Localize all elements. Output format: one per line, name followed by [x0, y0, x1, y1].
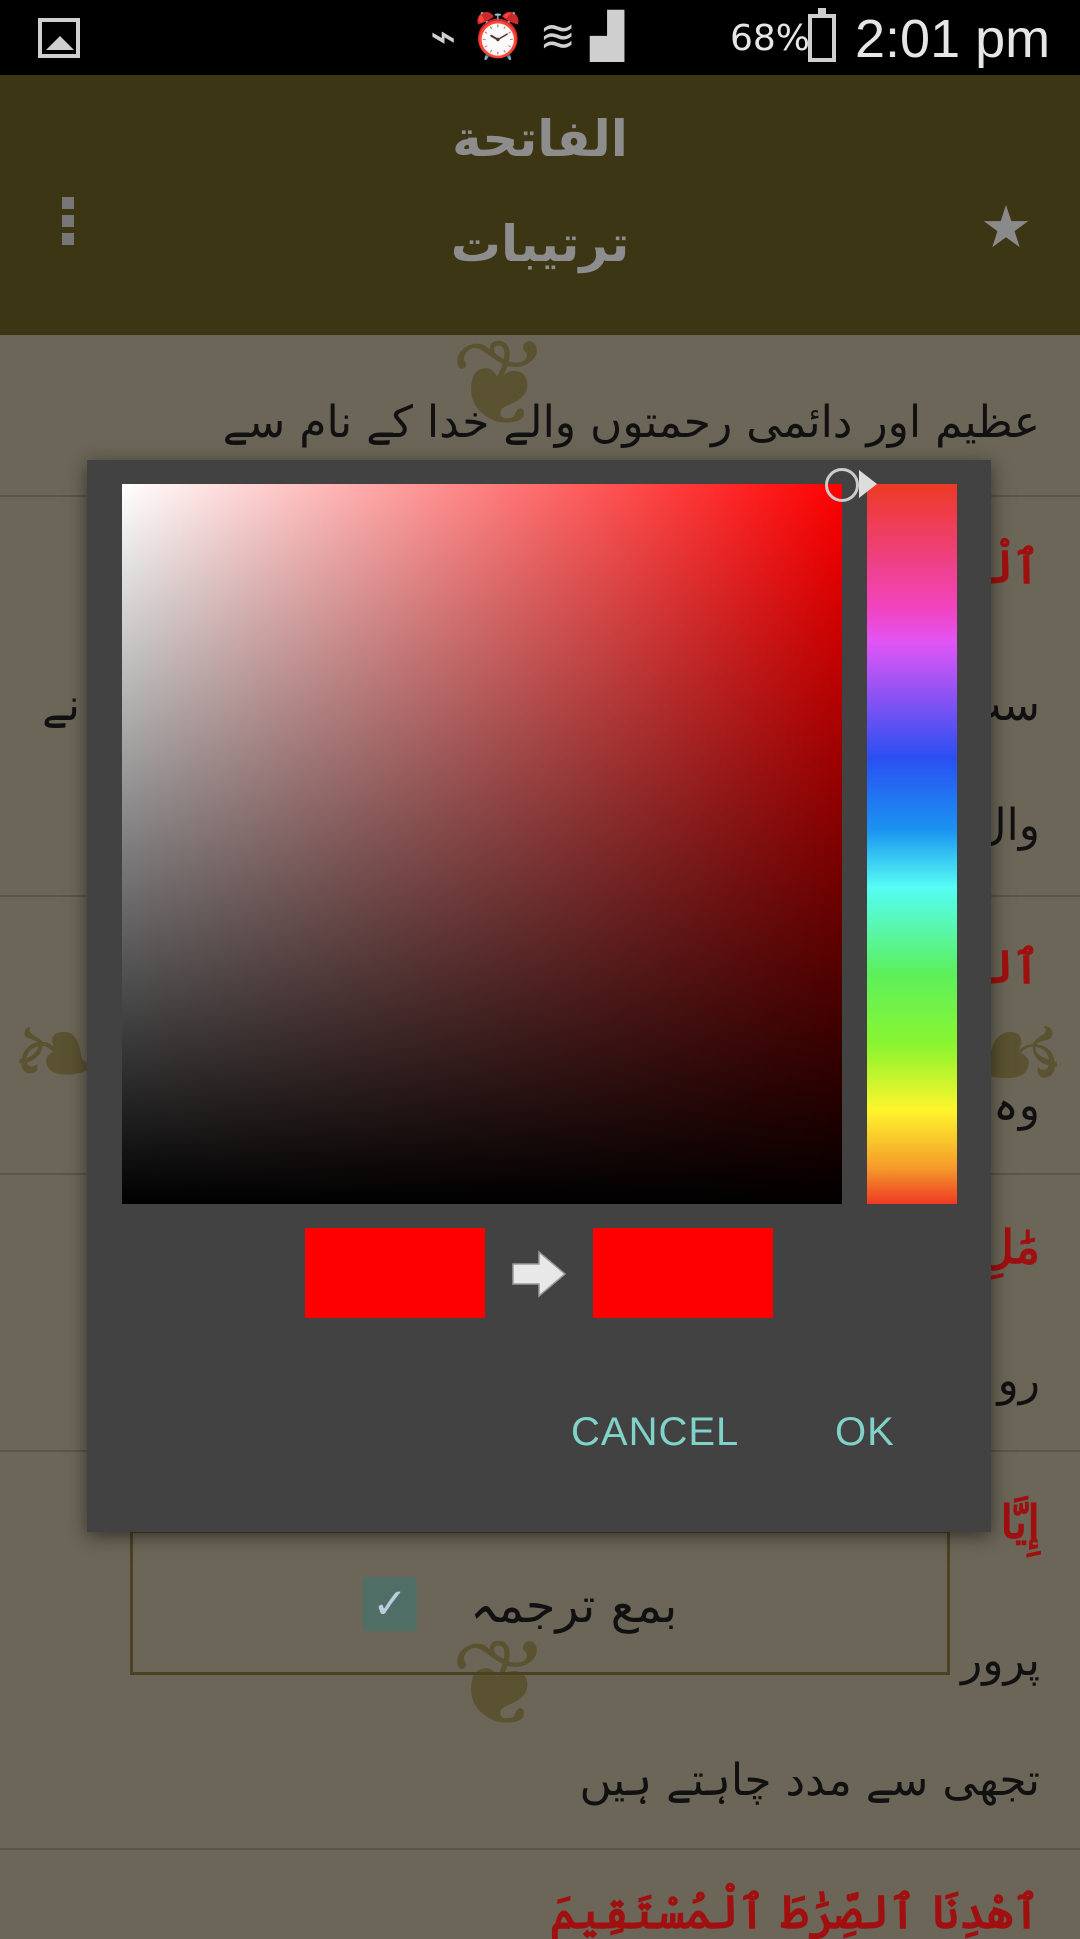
new-color-swatch: [593, 1228, 773, 1318]
cancel-button[interactable]: CANCEL: [571, 1410, 739, 1455]
battery-percent: 68%: [730, 18, 811, 59]
page-subtitle: ترتیبات: [450, 215, 630, 273]
hue-slider[interactable]: [867, 484, 957, 1204]
page-title: الفاتحة: [452, 110, 628, 168]
color-picker-dialog: CANCEL OK: [87, 460, 991, 1532]
wifi-icon: ≋: [539, 11, 591, 62]
arrow-right-icon: [512, 1250, 567, 1298]
signal-icon: ▟: [590, 11, 639, 62]
old-color-swatch: [305, 1228, 485, 1318]
ok-button[interactable]: OK: [835, 1410, 895, 1455]
status-icons: ⌁⏰≋▟: [430, 10, 638, 62]
color-selector-handle[interactable]: [825, 468, 859, 502]
status-bar: ⌁⏰≋▟ 68% 2:01 pm: [0, 0, 1080, 75]
clock: 2:01 pm: [855, 9, 1051, 69]
saturation-value-square[interactable]: [122, 484, 842, 1204]
hue-slider-handle[interactable]: [859, 470, 877, 498]
alarm-icon: ⏰: [470, 11, 540, 62]
vibrate-icon: ⌁: [430, 11, 471, 62]
battery-icon: [808, 8, 836, 62]
gallery-icon: [38, 18, 80, 58]
